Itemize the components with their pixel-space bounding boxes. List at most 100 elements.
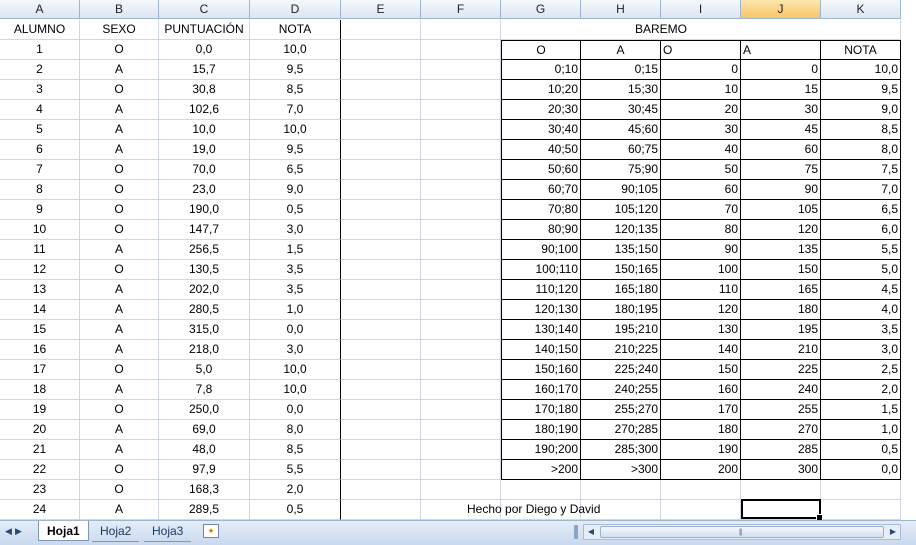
cell-k8[interactable]: 7,5 — [821, 160, 901, 180]
cell-j11[interactable]: 120 — [741, 220, 821, 240]
cell-i6[interactable]: 30 — [661, 120, 741, 140]
cell-f9[interactable] — [421, 180, 501, 200]
cell-f12[interactable] — [421, 240, 501, 260]
cell-i22[interactable]: 190 — [661, 440, 741, 460]
cell-k15[interactable]: 4,0 — [821, 300, 901, 320]
cell-b10[interactable]: O — [80, 200, 159, 220]
cell-e11[interactable] — [341, 220, 421, 240]
cell-f19[interactable] — [421, 380, 501, 400]
cell-e3[interactable] — [341, 60, 421, 80]
cell-h20[interactable]: 255;270 — [581, 400, 661, 420]
cell-j9[interactable]: 90 — [741, 180, 821, 200]
cell-a22[interactable]: 21 — [0, 440, 80, 460]
cell-j24[interactable] — [741, 480, 821, 500]
cell-h2[interactable]: A — [581, 40, 661, 60]
cell-b24[interactable]: O — [80, 480, 159, 500]
cell-c6[interactable]: 10,0 — [159, 120, 250, 140]
cell-a19[interactable]: 18 — [0, 380, 80, 400]
cell-a16[interactable]: 15 — [0, 320, 80, 340]
cell-b14[interactable]: A — [80, 280, 159, 300]
cell-k6[interactable]: 8,5 — [821, 120, 901, 140]
cell-d14[interactable]: 3,5 — [250, 280, 341, 300]
sheet-tab-hoja1[interactable]: Hoja1 — [38, 521, 89, 541]
cell-f1[interactable] — [421, 20, 501, 40]
cell-h10[interactable]: 105;120 — [581, 200, 661, 220]
cell-g15[interactable]: 120;130 — [501, 300, 581, 320]
cell-h15[interactable]: 180;195 — [581, 300, 661, 320]
cell-i8[interactable]: 50 — [661, 160, 741, 180]
cell-i2[interactable]: O — [661, 40, 741, 60]
column-header-i[interactable]: I — [661, 0, 741, 19]
cell-j17[interactable]: 210 — [741, 340, 821, 360]
cell-c7[interactable]: 19,0 — [159, 140, 250, 160]
cell-c8[interactable]: 70,0 — [159, 160, 250, 180]
cell-g9[interactable]: 60;70 — [501, 180, 581, 200]
column-header-g[interactable]: G — [501, 0, 581, 19]
cell-g12[interactable]: 90;100 — [501, 240, 581, 260]
cell-i1[interactable] — [661, 20, 741, 40]
cell-k9[interactable]: 7,0 — [821, 180, 901, 200]
scroll-right-arrow-icon[interactable]: ▶ — [886, 525, 900, 539]
cell-a25[interactable]: 24 — [0, 500, 80, 520]
baremo-title[interactable]: BAREMO — [581, 20, 687, 40]
cell-h11[interactable]: 120;135 — [581, 220, 661, 240]
cell-b8[interactable]: O — [80, 160, 159, 180]
cell-d8[interactable]: 6,5 — [250, 160, 341, 180]
cell-d11[interactable]: 3,0 — [250, 220, 341, 240]
cell-c11[interactable]: 147,7 — [159, 220, 250, 240]
cell-e10[interactable] — [341, 200, 421, 220]
cell-b5[interactable]: A — [80, 100, 159, 120]
cell-j20[interactable]: 255 — [741, 400, 821, 420]
cell-h3[interactable]: 0;15 — [581, 60, 661, 80]
cell-a18[interactable]: 17 — [0, 360, 80, 380]
cell-c2[interactable]: 0,0 — [159, 40, 250, 60]
cell-g17[interactable]: 140;150 — [501, 340, 581, 360]
cell-f10[interactable] — [421, 200, 501, 220]
cell-k23[interactable]: 0,0 — [821, 460, 901, 480]
cell-d12[interactable]: 1,5 — [250, 240, 341, 260]
cell-b21[interactable]: A — [80, 420, 159, 440]
cell-g3[interactable]: 0;10 — [501, 60, 581, 80]
cell-e7[interactable] — [341, 140, 421, 160]
cell-f7[interactable] — [421, 140, 501, 160]
cell-j13[interactable]: 150 — [741, 260, 821, 280]
insert-sheet-icon[interactable]: ✦ — [203, 524, 219, 538]
cell-a4[interactable]: 3 — [0, 80, 80, 100]
cell-e23[interactable] — [341, 460, 421, 480]
cell-b19[interactable]: A — [80, 380, 159, 400]
cell-e22[interactable] — [341, 440, 421, 460]
cell-i16[interactable]: 130 — [661, 320, 741, 340]
cell-c17[interactable]: 218,0 — [159, 340, 250, 360]
first-sheet-arrow-icon[interactable]: ◀ — [4, 526, 13, 537]
cell-e21[interactable] — [341, 420, 421, 440]
cell-k10[interactable]: 6,5 — [821, 200, 901, 220]
cell-j23[interactable]: 300 — [741, 460, 821, 480]
cell-e1[interactable] — [341, 20, 421, 40]
cell-a21[interactable]: 20 — [0, 420, 80, 440]
cell-i7[interactable]: 40 — [661, 140, 741, 160]
column-header-f[interactable]: F — [421, 0, 501, 19]
cell-g20[interactable]: 170;180 — [501, 400, 581, 420]
cell-c14[interactable]: 202,0 — [159, 280, 250, 300]
cell-f8[interactable] — [421, 160, 501, 180]
sheet-tab-hoja2[interactable]: Hoja2 — [92, 521, 140, 542]
cell-j22[interactable]: 285 — [741, 440, 821, 460]
cell-b2[interactable]: O — [80, 40, 159, 60]
cell-c21[interactable]: 69,0 — [159, 420, 250, 440]
cell-c9[interactable]: 23,0 — [159, 180, 250, 200]
cell-c19[interactable]: 7,8 — [159, 380, 250, 400]
cell-j5[interactable]: 30 — [741, 100, 821, 120]
cell-h16[interactable]: 195;210 — [581, 320, 661, 340]
cell-a6[interactable]: 5 — [0, 120, 80, 140]
cell-f24[interactable] — [421, 480, 501, 500]
cell-a9[interactable]: 8 — [0, 180, 80, 200]
cell-k19[interactable]: 2,0 — [821, 380, 901, 400]
cell-e24[interactable] — [341, 480, 421, 500]
cell-g7[interactable]: 40;50 — [501, 140, 581, 160]
scroll-left-arrow-icon[interactable]: ◀ — [584, 525, 598, 539]
cell-i24[interactable] — [661, 480, 741, 500]
cell-j6[interactable]: 45 — [741, 120, 821, 140]
cell-c20[interactable]: 250,0 — [159, 400, 250, 420]
cell-e16[interactable] — [341, 320, 421, 340]
cell-d7[interactable]: 9,5 — [250, 140, 341, 160]
